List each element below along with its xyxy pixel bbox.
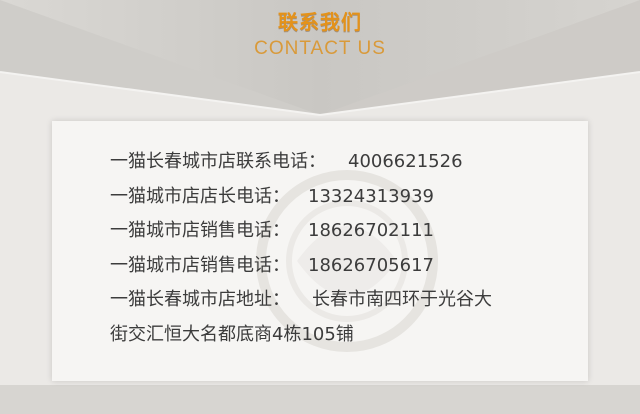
- contact-phone[interactable]: 4006621526: [348, 151, 463, 172]
- contact-row: 一猫城市店销售电话： 18626702111: [110, 214, 580, 249]
- contact-row: 一猫城市店销售电话： 18626705617: [110, 249, 580, 284]
- contact-label: 一猫城市店店长电话：: [110, 185, 290, 207]
- contact-row: 一猫长春城市店联系电话： 4006621526: [110, 145, 580, 180]
- contact-label: 一猫城市店销售电话：: [110, 254, 290, 276]
- contact-card: 一猫长春城市店联系电话： 4006621526 一猫城市店店长电话： 1332431…: [52, 121, 588, 381]
- contact-label: 一猫长春城市店联系电话：: [110, 151, 326, 172]
- address-value-line1: 长春市南四环于光谷大: [312, 289, 492, 310]
- section-header: 联系我们 CONTACT US: [0, 0, 640, 70]
- contact-phone[interactable]: 13324313939: [308, 186, 434, 207]
- section-subtitle: CONTACT US: [254, 38, 386, 59]
- contact-row: 一猫城市店店长电话： 13324313939: [110, 180, 580, 215]
- address-row: 一猫长春城市店地址： 长春市南四环于光谷大: [110, 283, 580, 318]
- address-value-line2: 街交汇恒大名都底商4栋105铺: [110, 323, 354, 345]
- contact-label: 一猫城市店销售电话：: [110, 220, 290, 241]
- address-row-continued: 街交汇恒大名都底商4栋105铺: [110, 318, 580, 353]
- address-label: 一猫长春城市店地址：: [110, 289, 290, 310]
- section-title: 联系我们: [278, 10, 362, 34]
- contact-list: 一猫长春城市店联系电话： 4006621526 一猫城市店店长电话： 1332431…: [110, 145, 580, 352]
- contact-phone[interactable]: 18626705617: [308, 255, 434, 276]
- contact-phone[interactable]: 18626702111: [308, 220, 434, 241]
